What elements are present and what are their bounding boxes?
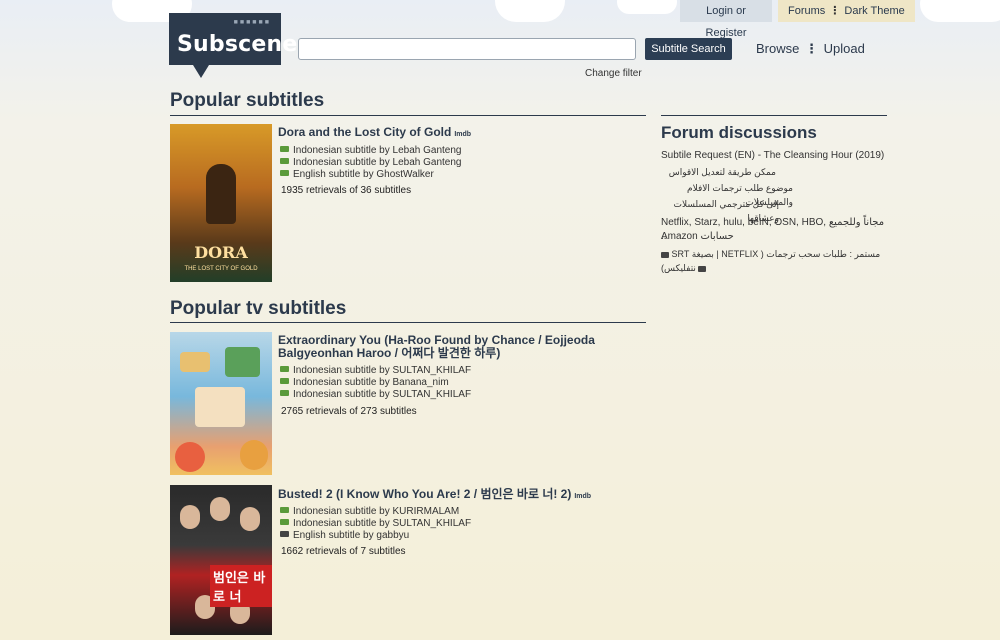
entry-title-text[interactable]: Busted! 2 (I Know Who You Are! 2 / 범인은 바… <box>278 487 571 501</box>
subtitle-link[interactable]: Indonesian subtitle by SULTAN_KHILAF <box>293 389 471 400</box>
popular-subtitles-heading: Popular subtitles <box>170 90 325 111</box>
cc-icon <box>280 158 289 165</box>
poster-shape <box>175 442 205 472</box>
cc-icon <box>280 507 289 514</box>
subtitle-link[interactable]: English subtitle by gabbyu <box>293 530 409 541</box>
poster-face <box>240 507 260 531</box>
subscene-logo[interactable]: ■■■■■■ Subscene <box>169 13 297 65</box>
nav-separator: ⋮ <box>804 41 818 56</box>
browse-link[interactable]: Browse <box>756 41 799 56</box>
subtitle-item[interactable]: Indonesian subtitle by Banana_nim <box>280 377 449 389</box>
change-filter-link[interactable]: Change filter <box>585 68 642 79</box>
subtitle-item[interactable]: Indonesian subtitle by Lebah Ganteng <box>280 145 461 157</box>
logo-speech-tail <box>193 65 209 78</box>
subtitle-link[interactable]: Indonesian subtitle by Lebah Ganteng <box>293 157 461 168</box>
subtitle-link[interactable]: English subtitle by GhostWalker <box>293 169 434 180</box>
dora-poster[interactable]: DORA THE LOST CITY OF GOLD <box>170 124 272 282</box>
poster-title: DORA <box>194 243 248 262</box>
forum-thread-link[interactable]: Subtile Request (EN) - The Cleansing Hou… <box>661 149 887 163</box>
subtitle-link[interactable]: Indonesian subtitle by SULTAN_KHILAF <box>293 518 471 529</box>
forum-thread-item[interactable]: SRT بصيغة | NETFLIX ) مستمر : طلبات سحب … <box>661 247 887 261</box>
subtitle-search-button[interactable]: Subtitle Search <box>645 38 732 60</box>
retrievals-count: 1935 retrievals of 36 subtitles <box>281 185 412 196</box>
imdb-link[interactable]: Imdb <box>454 131 471 138</box>
busted-poster[interactable]: 범인은 바로 너 <box>170 485 272 635</box>
cc-icon <box>280 378 289 385</box>
section-divider <box>170 322 646 323</box>
entry-title-text[interactable]: Extraordinary You (Ha-Roo Found by Chanc… <box>278 333 595 347</box>
entry-title-text[interactable]: Balgyeonhan Haroo / 어쩌다 발견한 하루) <box>278 346 500 360</box>
cc-icon <box>280 366 289 373</box>
forum-discussions-heading: Forum discussions <box>661 123 817 142</box>
forum-thread-link[interactable]: SRT بصيغة | NETFLIX ) مستمر : طلبات سحب … <box>672 249 881 259</box>
poster-banner: 범인은 바로 너 <box>210 565 272 607</box>
upload-link[interactable]: Upload <box>824 41 865 56</box>
forum-thread-item[interactable]: (نتفليكس <box>661 261 887 275</box>
poster-face <box>210 497 230 521</box>
subtitle-item[interactable]: English subtitle by gabbyu <box>280 530 409 542</box>
section-divider <box>170 115 646 116</box>
search-input[interactable] <box>298 38 636 60</box>
retrievals-count: 2765 retrievals of 273 subtitles <box>281 406 417 417</box>
extraordinary-you-poster[interactable] <box>170 332 272 475</box>
logo-film-dots: ■■■■■■ <box>233 19 271 26</box>
dark-theme-link[interactable]: Dark Theme <box>844 5 904 17</box>
poster-shape <box>240 440 268 470</box>
forum-thread-link[interactable]: Amazon حسابات <box>661 230 887 244</box>
dora-title-link[interactable]: Dora and the Lost City of Gold Imdb <box>278 126 646 141</box>
entry-title-text[interactable]: Dora and the Lost City of Gold <box>278 125 451 139</box>
poster-face <box>180 505 200 529</box>
subtitle-item[interactable]: Indonesian subtitle by SULTAN_KHILAF <box>280 389 471 401</box>
poster-figure <box>206 164 236 224</box>
subtitle-item[interactable]: Indonesian subtitle by Lebah Ganteng <box>280 157 461 169</box>
forums-link[interactable]: Forums <box>788 5 825 17</box>
busted-title-link[interactable]: Busted! 2 (I Know Who You Are! 2 / 범인은 바… <box>278 488 646 503</box>
cloud-decoration <box>495 0 565 22</box>
imdb-link[interactable]: Imdb <box>574 493 591 500</box>
forum-thread-link[interactable]: (نتفليكس <box>661 263 696 273</box>
poster-shape <box>225 347 260 377</box>
popular-tv-heading: Popular tv subtitles <box>170 298 347 319</box>
forum-divider <box>661 115 887 116</box>
cc-icon <box>280 170 289 177</box>
cc-icon <box>280 531 289 538</box>
subtitle-item[interactable]: Indonesian subtitle by KURIRMALAM <box>280 506 459 518</box>
poster-subtitle: THE LOST CITY OF GOLD <box>184 266 258 272</box>
cloud-decoration <box>617 0 677 14</box>
subtitle-link[interactable]: Indonesian subtitle by Lebah Ganteng <box>293 145 461 156</box>
subtitle-item[interactable]: Indonesian subtitle by SULTAN_KHILAF <box>280 365 471 377</box>
top-right-nav: Forums ⋮ Dark Theme <box>778 0 915 22</box>
subtitle-link[interactable]: Indonesian subtitle by SULTAN_KHILAF <box>293 365 471 376</box>
browse-upload-nav: Browse ⋮ Upload <box>756 41 865 57</box>
nav-separator: ⋮ <box>829 5 841 17</box>
forum-thread-link[interactable]: ممكن طريقة لتعديل الاقواس <box>661 165 776 179</box>
logo-text: Subscene <box>177 32 298 57</box>
cloud-decoration <box>920 0 1000 22</box>
subtitle-link[interactable]: Indonesian subtitle by KURIRMALAM <box>293 506 459 517</box>
poster-shape <box>180 352 210 372</box>
poster-shape <box>195 387 245 427</box>
cc-icon <box>280 146 289 153</box>
subtitle-item[interactable]: Indonesian subtitle by SULTAN_KHILAF <box>280 518 471 530</box>
subtitle-item[interactable]: English subtitle by GhostWalker <box>280 169 434 181</box>
cc-icon <box>280 519 289 526</box>
retrievals-count: 1662 retrievals of 7 subtitles <box>281 546 406 557</box>
comment-icon <box>661 251 669 258</box>
cc-icon <box>280 390 289 397</box>
login-register-link[interactable]: Login or Register <box>680 0 772 39</box>
subtitle-link[interactable]: Indonesian subtitle by Banana_nim <box>293 377 449 388</box>
extraordinary-you-title-link[interactable]: Extraordinary You (Ha-Roo Found by Chanc… <box>278 334 646 360</box>
comment-icon <box>698 265 707 272</box>
